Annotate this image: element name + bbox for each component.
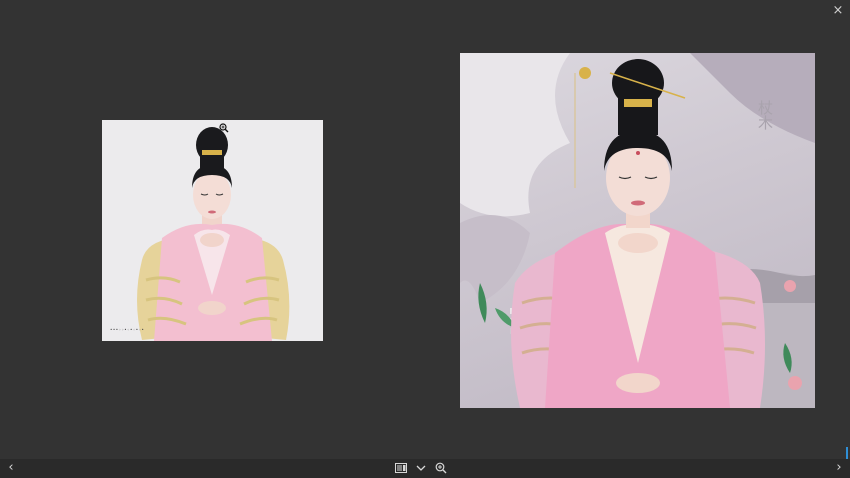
close-button[interactable]: × [831, 4, 845, 18]
portrait-image [137, 127, 290, 341]
chevron-right-icon: › [836, 460, 842, 475]
zoom-in-button[interactable] [434, 461, 448, 475]
gallery-icon [395, 463, 407, 473]
image-vertical-text: 杖木 [756, 100, 774, 130]
dropdown-button[interactable] [414, 461, 428, 475]
zoom-cursor-icon [219, 118, 229, 133]
scroll-indicator [846, 447, 848, 459]
toolbar-center-group [394, 461, 448, 475]
next-button[interactable]: › [832, 461, 846, 475]
image-stamp-text: •••◦◦•◦•◦•◦• [110, 327, 145, 332]
chevron-left-icon: ‹ [8, 460, 14, 475]
image-viewer: × •••◦◦•◦•◦•◦• 杖木 ‹ › [0, 0, 850, 478]
image-thumbnail-left[interactable] [102, 120, 323, 341]
bottom-toolbar: ‹ › [0, 459, 850, 478]
zoom-in-icon [435, 462, 447, 474]
chevron-down-icon [416, 465, 426, 471]
gallery-button[interactable] [394, 461, 408, 475]
close-icon: × [832, 3, 844, 18]
previous-button[interactable]: ‹ [4, 461, 18, 475]
